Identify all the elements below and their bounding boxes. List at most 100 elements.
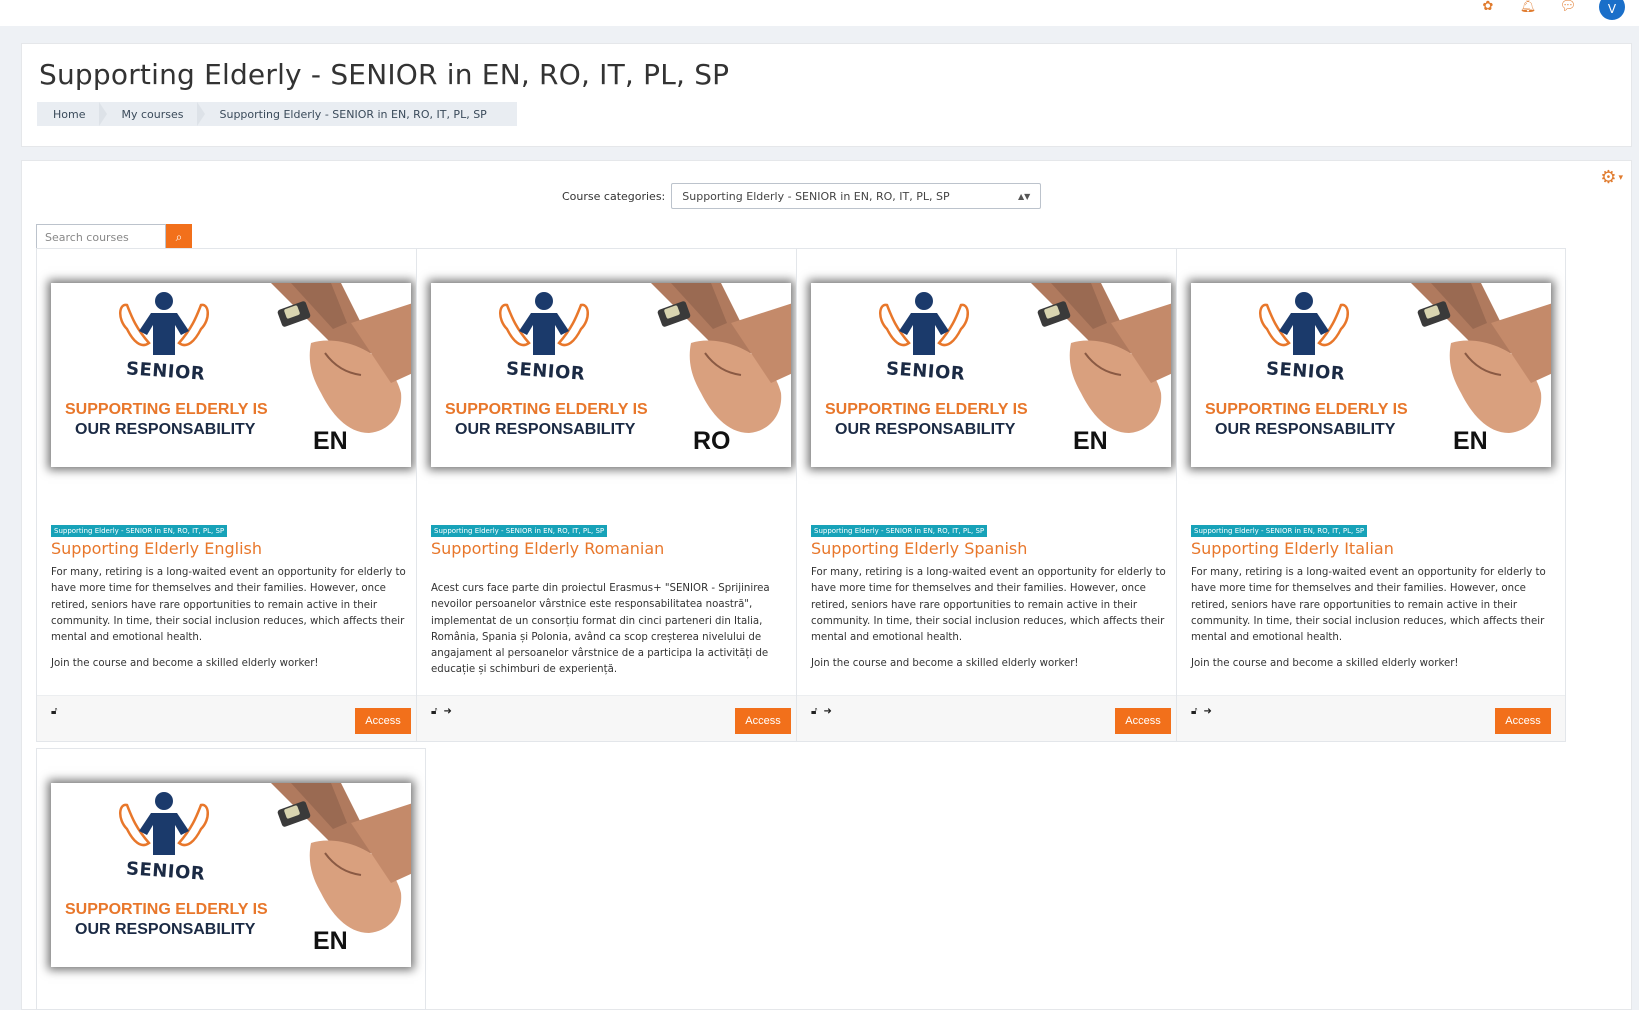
course-image: SENIOR SUPPORTING ELDERLY IS OUR RESPONS… [51,283,411,467]
category-badge: Supporting Elderly - SENIOR in EN, RO, I… [811,525,988,537]
category-badge: Supporting Elderly - SENIOR in EN, RO, I… [431,525,608,537]
course-summary-paragraph: For many, retiring is a long-waited even… [51,567,406,644]
enrolment-icons: 🔓︎ [51,706,57,717]
course-summary-paragraph: Acest curs face parte din proiectul Eras… [431,583,770,676]
search-button[interactable]: ⌕ [166,224,192,250]
senior-logo-text: SENIOR [125,358,206,385]
course-card-footer: 🔓︎ Access [37,695,425,741]
banner-tagline-1: SUPPORTING ELDERLY IS [825,401,1028,418]
enrolment-icons: 🔓︎ ➜ [811,706,832,717]
banner-language: RO [693,427,731,455]
banner-language: EN [1073,427,1108,455]
course-summary-paragraph: Join the course and become a skilled eld… [1191,658,1459,670]
category-select[interactable]: Supporting Elderly - SENIOR in EN, RO, I… [671,183,1042,209]
course-name-link[interactable]: Supporting Elderly Romanian [431,539,664,558]
breadcrumb-separator [99,102,108,126]
search-courses: Search courses ⌕ [36,224,192,250]
course-card[interactable]: SENIOR SUPPORTING ELDERLY IS OUR RESPONS… [416,248,806,742]
category-select-value: Supporting Elderly - SENIOR in EN, RO, I… [682,189,950,203]
banner-language: EN [313,427,348,455]
senior-logo-text: SENIOR [885,358,966,385]
banner-language: EN [1453,427,1488,455]
course-image-wrap[interactable]: SENIOR SUPPORTING ELDERLY IS OUR RESPONS… [43,275,419,481]
banner-tagline-1: SUPPORTING ELDERLY IS [65,901,268,918]
course-card[interactable]: SENIOR SUPPORTING ELDERLY IS OUR RESPONS… [796,248,1186,742]
category-badge: Supporting Elderly - SENIOR in EN, RO, I… [1191,525,1368,537]
category-label: Course categories: [562,189,666,203]
course-card-footer: 🔓︎ ➜ Access [797,695,1185,741]
banner-tagline-1: SUPPORTING ELDERLY IS [65,401,268,418]
banner-tagline-1: SUPPORTING ELDERLY IS [445,401,648,418]
course-image: SENIOR SUPPORTING ELDERLY IS OUR RESPONS… [51,783,411,967]
course-summary-paragraph: For many, retiring is a long-waited even… [1191,567,1546,644]
course-image-wrap[interactable]: SENIOR SUPPORTING ELDERLY IS OUR RESPONS… [1183,275,1559,481]
bell-icon[interactable]: 🔔︎ [1519,0,1537,14]
breadcrumb: Home My courses Supporting Elderly - SEN… [37,102,517,126]
course-summary: Acest curs face parte din proiectul Eras… [431,581,793,689]
course-summary: For many, retiring is a long-waited even… [811,565,1173,683]
gear-icon: ⚙ [1600,167,1617,188]
course-summary: For many, retiring is a long-waited even… [51,565,413,683]
access-button[interactable]: Access [1115,708,1171,734]
unlock-icon: 🔓︎ [51,706,58,717]
banner-tagline-2: OUR RESPONSABILITY [835,421,1016,438]
course-card[interactable]: SENIOR SUPPORTING ELDERLY IS OUR RESPONS… [36,248,426,742]
holding-hands-image [651,283,791,433]
breadcrumb-home[interactable]: Home [53,108,85,121]
search-icon: ⌕ [175,229,183,244]
page-title: Supporting Elderly - SENIOR in EN, RO, I… [39,58,730,91]
holding-hands-image [271,283,411,433]
breadcrumb-my-courses[interactable]: My courses [121,108,183,121]
top-icons: ✿ 🔔︎ 💬︎ V [1479,0,1625,20]
banner-tagline-2: OUR RESPONSABILITY [75,421,256,438]
access-button[interactable]: Access [355,708,411,734]
access-button[interactable]: Access [1495,708,1551,734]
holding-hands-image [271,783,411,933]
course-summary-paragraph: For many, retiring is a long-waited even… [811,567,1166,644]
enrolment-icons: 🔓︎ ➜ [1191,706,1212,717]
course-image: SENIOR SUPPORTING ELDERLY IS OUR RESPONS… [1191,283,1551,467]
senior-logo-text: SENIOR [505,358,586,385]
breadcrumb-current[interactable]: Supporting Elderly - SENIOR in EN, RO, I… [219,108,486,121]
sign-in-icon: ➜ [1203,706,1212,717]
chat-icon[interactable]: 💬︎ [1559,0,1577,14]
enrolment-icons: 🔓︎ ➜ [431,706,452,717]
category-badge: Supporting Elderly - SENIOR in EN, RO, I… [51,525,228,537]
banner-language: EN [313,927,348,955]
course-image-wrap[interactable]: SENIOR SUPPORTING ELDERLY IS OUR RESPONS… [803,275,1179,481]
unlock-icon: 🔓︎ [811,706,818,717]
course-card[interactable]: SENIOR SUPPORTING ELDERLY IS OUR RESPONS… [1176,248,1566,742]
unlock-icon: 🔓︎ [1191,706,1198,717]
banner-tagline-2: OUR RESPONSABILITY [75,921,256,938]
sign-in-icon: ➜ [443,706,452,717]
puzzle-icon[interactable]: ✿ [1479,0,1497,14]
course-image: SENIOR SUPPORTING ELDERLY IS OUR RESPONS… [811,283,1171,467]
course-card[interactable]: SENIOR SUPPORTING ELDERLY IS OUR RESPONS… [36,748,426,1010]
banner-tagline-2: OUR RESPONSABILITY [455,421,636,438]
page-header: Supporting Elderly - SENIOR in EN, RO, I… [21,43,1632,147]
search-input[interactable]: Search courses [36,224,166,250]
breadcrumb-separator [197,102,206,126]
avatar[interactable]: V [1599,0,1625,20]
course-name-link[interactable]: Supporting Elderly Italian [1191,539,1394,558]
course-card-footer: 🔓︎ ➜ Access [417,695,805,741]
course-name-link[interactable]: Supporting Elderly Spanish [811,539,1027,558]
course-summary-paragraph: Join the course and become a skilled eld… [811,658,1079,670]
sign-in-icon: ➜ [823,706,832,717]
caret-down-icon: ▾ [1618,173,1623,183]
top-navbar: ✿ 🔔︎ 💬︎ V [0,0,1639,26]
course-name-link[interactable]: Supporting Elderly English [51,539,262,558]
category-filter: Course categories: Supporting Elderly - … [562,183,1042,209]
access-button[interactable]: Access [735,708,791,734]
senior-logo-text: SENIOR [1265,358,1346,385]
course-card-footer: 🔓︎ ➜ Access [1177,695,1565,741]
holding-hands-image [1031,283,1171,433]
banner-tagline-2: OUR RESPONSABILITY [1215,421,1396,438]
unlock-icon: 🔓︎ [431,706,438,717]
course-image-wrap[interactable]: SENIOR SUPPORTING ELDERLY IS OUR RESPONS… [423,275,799,481]
course-image-wrap[interactable]: SENIOR SUPPORTING ELDERLY IS OUR RESPONS… [43,775,419,981]
course-summary: For many, retiring is a long-waited even… [1191,565,1553,683]
settings-menu[interactable]: ⚙ ▾ [1600,169,1623,187]
holding-hands-image [1411,283,1551,433]
select-arrows-icon: ▲▼ [1017,191,1031,201]
